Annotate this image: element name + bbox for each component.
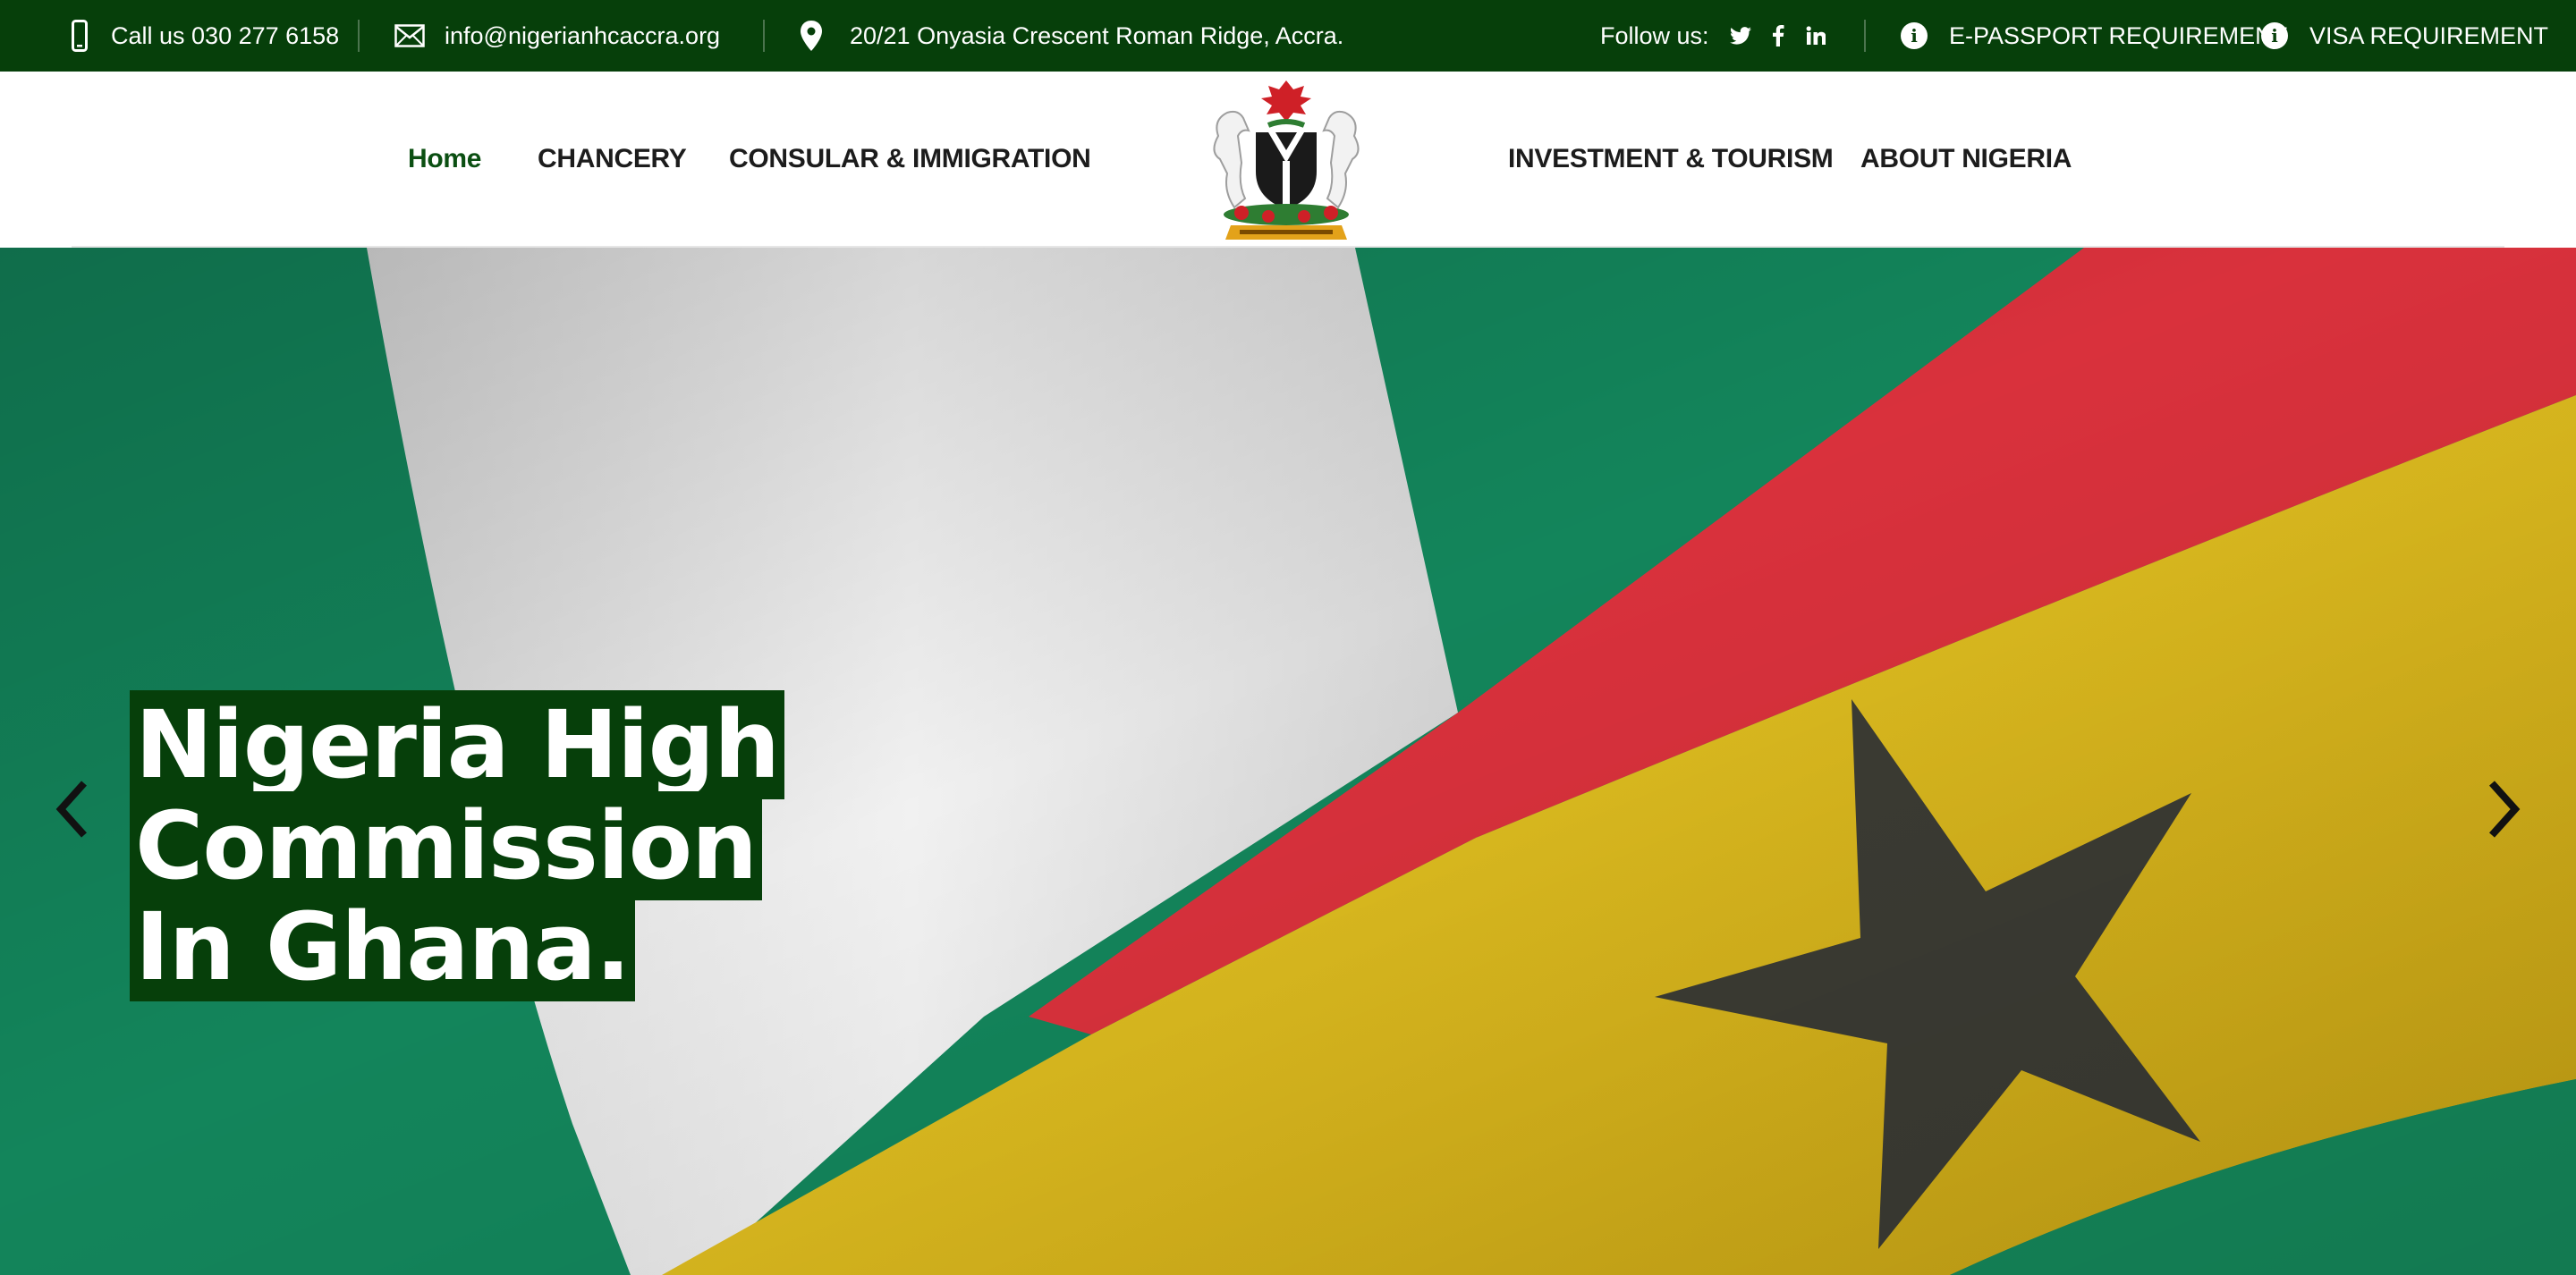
social-links: Follow us: — [1600, 0, 1829, 72]
mail-icon — [394, 24, 425, 47]
chevron-right-icon — [2489, 781, 2521, 838]
email-contact[interactable]: info@nigerianhcaccra.org — [394, 0, 720, 72]
chevron-left-icon — [55, 781, 87, 838]
divider — [358, 20, 360, 52]
info-icon: i — [1901, 22, 1928, 49]
hero-title: Nigeria High Commission In Ghana. — [130, 690, 1436, 1001]
nav-about-nigeria[interactable]: ABOUT NIGERIA — [1860, 72, 2072, 247]
top-info-bar: Call us 030 277 6158 info@nigerianhcaccr… — [0, 0, 2576, 72]
twitter-icon[interactable] — [1727, 22, 1754, 49]
email-text: info@nigerianhcaccra.org — [445, 21, 721, 49]
nigeria-coat-of-arms-icon[interactable] — [1182, 73, 1390, 247]
facebook-icon[interactable] — [1765, 22, 1792, 49]
follow-label: Follow us: — [1600, 21, 1709, 49]
epassport-link[interactable]: i E-PASSPORT REQUIREMENT — [1901, 0, 2287, 72]
phone-text: Call us 030 277 6158 — [111, 21, 340, 49]
phone-icon — [72, 20, 88, 52]
address-contact: 20/21 Onyasia Crescent Roman Ridge, Accr… — [800, 0, 1343, 72]
phone-contact[interactable]: Call us 030 277 6158 — [72, 0, 339, 72]
divider — [763, 20, 765, 52]
location-pin-icon — [800, 20, 823, 52]
nav-chancery[interactable]: CHANCERY — [538, 72, 687, 247]
hero-title-line1: Nigeria High Commission — [130, 690, 785, 900]
hero-title-line2: In Ghana. — [130, 892, 636, 1001]
visa-label: VISA REQUIREMENT — [2309, 21, 2549, 49]
slider-next-button[interactable] — [2478, 773, 2531, 845]
slider-prev-button[interactable] — [45, 773, 98, 845]
hero-slider: Nigeria High Commission In Ghana. — [0, 248, 2576, 1275]
nav-consular-immigration[interactable]: CONSULAR & IMMIGRATION — [729, 72, 1091, 247]
nav-home[interactable]: Home — [408, 72, 481, 247]
address-text: 20/21 Onyasia Crescent Roman Ridge, Accr… — [850, 21, 1344, 49]
divider — [1864, 20, 1866, 52]
info-icon: i — [2261, 22, 2288, 49]
nav-investment-tourism[interactable]: INVESTMENT & TOURISM — [1508, 72, 1834, 247]
linkedin-icon[interactable] — [1802, 22, 1829, 49]
visa-link[interactable]: i VISA REQUIREMENT — [2261, 0, 2548, 72]
epassport-label: E-PASSPORT REQUIREMENT — [1949, 21, 2288, 49]
